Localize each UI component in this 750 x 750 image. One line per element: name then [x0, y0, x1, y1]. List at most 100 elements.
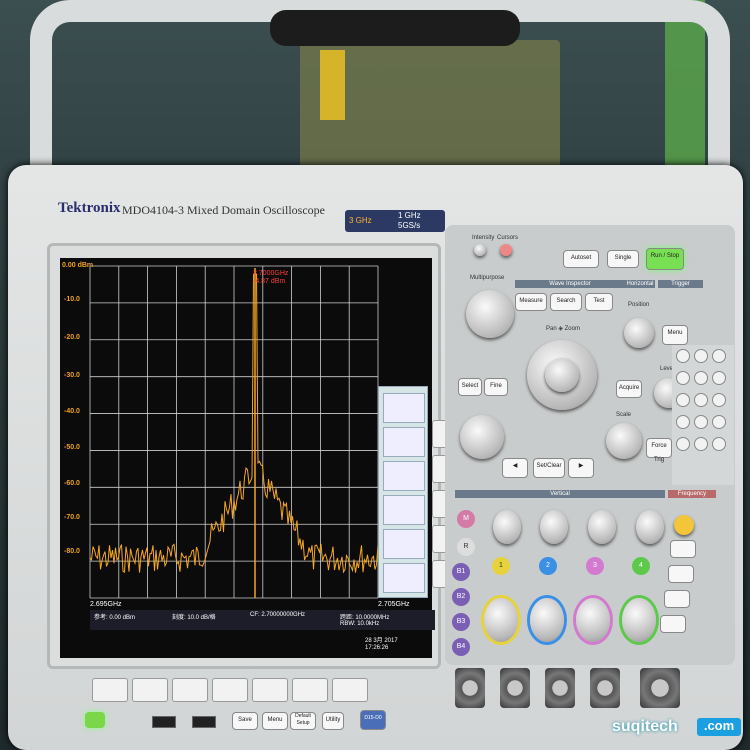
- side-menu-item[interactable]: [383, 427, 425, 457]
- frequency-side-button[interactable]: [668, 565, 694, 583]
- handle-grip: [270, 10, 520, 46]
- keypad-key[interactable]: [676, 371, 690, 385]
- autoset-button[interactable]: Autoset: [563, 250, 599, 268]
- bus-b3-button[interactable]: B3: [452, 613, 470, 631]
- multipurpose-a-knob[interactable]: [466, 290, 514, 338]
- keypad-key[interactable]: [676, 415, 690, 429]
- ch4-button[interactable]: 4: [632, 557, 650, 575]
- bus-b2-button[interactable]: B2: [452, 588, 470, 606]
- single-button[interactable]: Single: [607, 250, 639, 268]
- keypad-key[interactable]: [694, 415, 708, 429]
- keypad-key[interactable]: [694, 437, 708, 451]
- keypad-key[interactable]: [694, 371, 708, 385]
- ch1-button[interactable]: 1: [492, 557, 510, 575]
- brand-logo: Tektronix: [58, 200, 121, 216]
- frequency-side-button[interactable]: [660, 615, 686, 633]
- power-button[interactable]: [85, 712, 105, 728]
- status-span: 跨距: 10.0000MHz: [340, 615, 390, 621]
- horizontal-header: Horizontal: [625, 280, 655, 288]
- keypad-key[interactable]: [712, 371, 726, 385]
- horizontal-scale-knob[interactable]: [606, 423, 642, 459]
- digital-channels-button[interactable]: D15-D0: [360, 710, 386, 730]
- keypad-key[interactable]: [676, 437, 690, 451]
- side-menu-item[interactable]: [383, 495, 425, 525]
- bezel-bottom-button[interactable]: [292, 678, 328, 702]
- model-description: Mixed Domain Oscilloscope: [187, 203, 325, 217]
- frequency-header: Frequency: [668, 490, 716, 498]
- display-screen: 0.00 dBm -10.0 -20.0 -30.0 -40.0 -50.0 -…: [60, 258, 435, 658]
- ch1-position-knob[interactable]: [493, 510, 521, 544]
- multipurpose-b-knob[interactable]: [460, 415, 504, 459]
- frequency-side-button[interactable]: [670, 540, 696, 558]
- keypad-key[interactable]: [694, 349, 708, 363]
- ch1-bnc-connector: [455, 668, 485, 708]
- bezel-bottom-button[interactable]: [252, 678, 288, 702]
- trigger-header: Trigger: [658, 280, 703, 288]
- math-button[interactable]: M: [457, 510, 475, 528]
- pan-zoom-label: Pan ◈ Zoom: [546, 326, 580, 332]
- bezel-bottom-button[interactable]: [172, 678, 208, 702]
- frequency-side-button[interactable]: [664, 590, 690, 608]
- bezel-bottom-button[interactable]: [92, 678, 128, 702]
- ref-button[interactable]: R: [457, 538, 475, 556]
- pan-zoom-inner-knob[interactable]: [545, 358, 579, 392]
- default-setup-button[interactable]: Default Setup: [290, 712, 316, 730]
- bus-b4-button[interactable]: B4: [452, 638, 470, 656]
- horizontal-position-knob[interactable]: [624, 318, 654, 348]
- ch4-scale-knob[interactable]: [622, 598, 656, 642]
- watermark-text: suqitech: [612, 718, 678, 735]
- status-scale: 刻度: 10.0 dB/格: [172, 615, 216, 621]
- keypad-key[interactable]: [712, 349, 726, 363]
- side-menu-item[interactable]: [383, 563, 425, 593]
- run-stop-button[interactable]: Run / Stop: [646, 248, 684, 270]
- side-menu-item[interactable]: [383, 461, 425, 491]
- force-trigger-button[interactable]: Force Trig: [646, 438, 672, 463]
- side-menu-item[interactable]: [383, 393, 425, 423]
- next-button[interactable]: ▶: [568, 458, 594, 478]
- badge-bandwidth: 1 GHz: [398, 211, 421, 220]
- watermark-suffix: .com: [697, 718, 741, 736]
- cursors-button[interactable]: [500, 244, 512, 256]
- frequency-button[interactable]: [674, 515, 694, 535]
- keypad-key[interactable]: [694, 393, 708, 407]
- status-cf: CF: 2.70000000GHz: [250, 612, 306, 618]
- utility-button[interactable]: Utility: [322, 712, 344, 730]
- set-clear-button[interactable]: Set/Clear: [533, 458, 565, 478]
- usb-port: [152, 716, 176, 728]
- bus-b1-button[interactable]: B1: [452, 563, 470, 581]
- ch4-position-knob[interactable]: [636, 510, 664, 544]
- h-scale-label: Scale: [616, 412, 632, 418]
- select-button[interactable]: Select: [458, 378, 482, 396]
- keypad-key[interactable]: [712, 437, 726, 451]
- test-button[interactable]: Test: [585, 293, 613, 311]
- search-button[interactable]: Search: [550, 293, 582, 311]
- trigger-menu-button[interactable]: Menu: [662, 325, 688, 345]
- y-tick-label: -80.0: [64, 548, 80, 555]
- bezel-bottom-button[interactable]: [212, 678, 248, 702]
- ch3-position-knob[interactable]: [588, 510, 616, 544]
- bezel-bottom-button[interactable]: [132, 678, 168, 702]
- side-menu-item[interactable]: [383, 529, 425, 559]
- keypad-key[interactable]: [676, 393, 690, 407]
- ch1-scale-knob[interactable]: [484, 598, 518, 642]
- keypad-key[interactable]: [712, 393, 726, 407]
- ch3-button[interactable]: 3: [586, 557, 604, 575]
- save-menu-button[interactable]: Menu: [262, 712, 288, 730]
- model-label: MDO4104-3 Mixed Domain Oscilloscope: [122, 203, 325, 218]
- keypad-key[interactable]: [676, 349, 690, 363]
- ch4-bnc-connector: [590, 668, 620, 708]
- previous-button[interactable]: ◀: [502, 458, 528, 478]
- intensity-button[interactable]: [474, 244, 486, 256]
- bezel-bottom-button[interactable]: [332, 678, 368, 702]
- ch2-position-knob[interactable]: [540, 510, 568, 544]
- acquire-button[interactable]: Acquire: [616, 380, 642, 398]
- ch2-scale-knob[interactable]: [530, 598, 564, 642]
- status-rbw: RBW: 10.0kHz: [340, 621, 380, 627]
- usb-port: [192, 716, 216, 728]
- ch2-button[interactable]: 2: [539, 557, 557, 575]
- save-button[interactable]: Save: [232, 712, 258, 730]
- fine-button[interactable]: Fine: [484, 378, 508, 396]
- measure-button[interactable]: Measure: [515, 293, 547, 311]
- keypad-key[interactable]: [712, 415, 726, 429]
- ch3-scale-knob[interactable]: [576, 598, 610, 642]
